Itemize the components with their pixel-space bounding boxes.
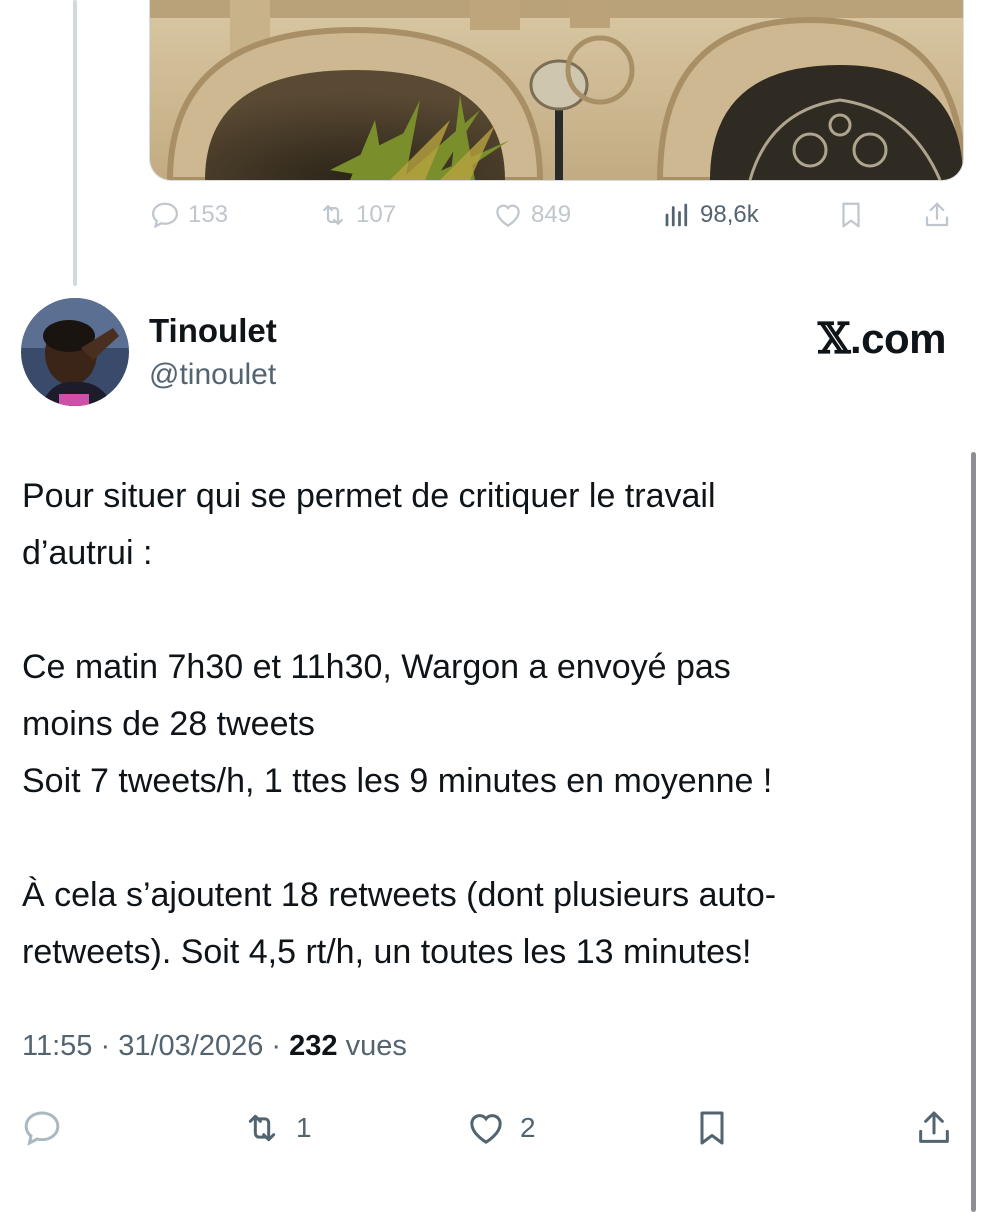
reply-icon bbox=[24, 1111, 60, 1146]
reply-icon bbox=[151, 202, 179, 229]
retweet-icon bbox=[248, 1114, 276, 1142]
retweet-count: 1 bbox=[296, 1112, 312, 1143]
author-avatar[interactable] bbox=[21, 298, 129, 406]
x-logo: 𝕏.com bbox=[817, 314, 947, 363]
quoted-tweet-image[interactable] bbox=[149, 0, 964, 181]
quoted-retweet-count: 107 bbox=[356, 201, 397, 228]
bookmark-button[interactable] bbox=[692, 1108, 732, 1148]
views-icon bbox=[665, 203, 688, 227]
quoted-like-count: 849 bbox=[531, 201, 572, 228]
quoted-like-button[interactable]: 849 bbox=[493, 200, 571, 230]
quoted-share-button[interactable] bbox=[922, 200, 952, 230]
quoted-views-count: 98,6k bbox=[700, 201, 759, 228]
quoted-reply-button[interactable]: 153 bbox=[150, 200, 228, 230]
tweet-metadata: 11:55 · 31/03/2026 · 232 vues bbox=[22, 1030, 407, 1062]
tweet-text-line: À cela s’ajoutent 18 retweets (dont plus… bbox=[22, 876, 777, 914]
bookmark-icon bbox=[842, 202, 860, 228]
thread-connector-line bbox=[73, 0, 77, 286]
tweet-body: Pour situer qui se permet de critiquer l… bbox=[22, 468, 962, 981]
author-name[interactable]: Tinoulet bbox=[149, 312, 277, 350]
tweet-views-label: vues bbox=[345, 1030, 407, 1062]
tweet-text-line: moins de 28 tweets bbox=[22, 705, 315, 743]
share-icon bbox=[925, 202, 949, 227]
retweet-button[interactable]: 1 bbox=[242, 1108, 312, 1148]
quoted-tweet-action-bar: 153 107 849 98,6k bbox=[0, 200, 984, 240]
tweet-action-bar: 1 2 bbox=[0, 1108, 984, 1156]
author-handle[interactable]: @tinoulet bbox=[149, 358, 276, 392]
tweet-text-line: Pour situer qui se permet de critiquer l… bbox=[22, 477, 716, 515]
scrollbar[interactable] bbox=[971, 452, 976, 1212]
avatar-image bbox=[21, 298, 129, 406]
tweet-time[interactable]: 11:55 bbox=[22, 1030, 92, 1062]
share-button[interactable] bbox=[914, 1108, 954, 1148]
tweet-text-line: d’autrui : bbox=[22, 534, 153, 572]
tweet-views-count: 232 bbox=[289, 1030, 338, 1062]
like-icon bbox=[496, 204, 520, 227]
quoted-reply-count: 153 bbox=[188, 201, 229, 228]
tweet-text-line: Ce matin 7h30 et 11h30, Wargon a envoyé … bbox=[22, 648, 731, 686]
building-facade-photo bbox=[150, 0, 963, 180]
x-com-source-label: 𝕏.com bbox=[817, 314, 947, 363]
share-icon bbox=[919, 1111, 949, 1143]
quoted-retweet-button[interactable]: 107 bbox=[318, 200, 396, 230]
like-icon bbox=[470, 1114, 502, 1144]
tweet-text-line: Soit 7 tweets/h, 1 ttes les 9 minutes en… bbox=[22, 762, 773, 800]
tweet-text-line: retweets). Soit 4,5 rt/h, un toutes les … bbox=[22, 933, 752, 971]
tweet-date[interactable]: 31/03/2026 bbox=[118, 1030, 263, 1062]
bookmark-icon bbox=[700, 1111, 724, 1145]
reply-button[interactable] bbox=[22, 1108, 62, 1148]
like-count: 2 bbox=[520, 1112, 536, 1143]
quoted-views-button[interactable]: 98,6k bbox=[662, 200, 759, 230]
like-button[interactable]: 2 bbox=[466, 1108, 536, 1148]
quoted-bookmark-button[interactable] bbox=[836, 200, 866, 230]
retweet-icon bbox=[323, 205, 343, 225]
